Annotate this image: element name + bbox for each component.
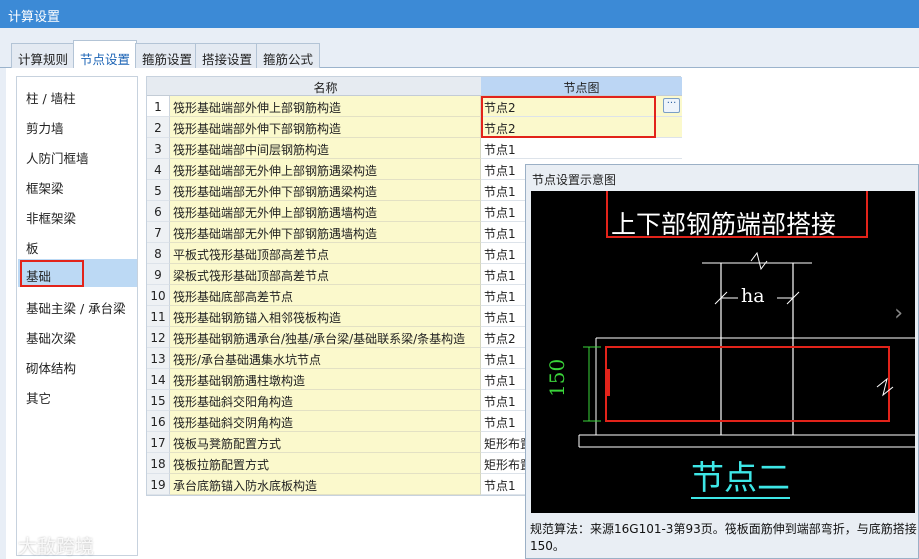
sidebar-item-frame-beam[interactable]: 框架梁: [18, 171, 137, 199]
dimension-ha: ha: [741, 285, 765, 307]
sidebar-item-column-wall[interactable]: 柱 / 墙柱: [18, 81, 137, 109]
row-number: 5: [147, 180, 170, 201]
category-sidebar: 柱 / 墙柱 剪力墙 人防门框墙 框架梁 非框架梁 板 基础 基础主梁 / 承台…: [16, 76, 138, 556]
row-number: 17: [147, 432, 170, 453]
row-number: 12: [147, 327, 170, 348]
row-node-value[interactable]: 节点1: [481, 138, 682, 159]
table-row[interactable]: 3 筏形基础端部中间层钢筋构造 节点1: [147, 138, 682, 159]
row-name: 筏形基础斜交阳角构造: [170, 390, 481, 411]
row-name: 筏形基础钢筋锚入相邻筏板构造: [170, 306, 481, 327]
row-name: 筏形基础端部无外伸下部钢筋遇梁构造: [170, 180, 481, 201]
grid-header-node: 节点图: [481, 77, 682, 96]
node-preview-panel: 节点设置示意图 上下部钢筋端部搭接 ha 150 节点二 › 规范算法：来源16…: [525, 164, 919, 559]
highlight-box-node-cells: [481, 96, 656, 138]
sidebar-item-other[interactable]: 其它: [18, 381, 137, 409]
chevron-right-icon[interactable]: ›: [894, 301, 903, 326]
row-number: 4: [147, 159, 170, 180]
preview-title: 节点设置示意图: [532, 173, 617, 187]
highlight-box-foundation: [20, 260, 84, 287]
grid-header-name: 名称: [170, 77, 481, 96]
window-titlebar: 计算设置: [0, 0, 919, 28]
node-diagram-canvas: 上下部钢筋端部搭接 ha 150 节点二 ›: [531, 191, 915, 513]
tab-calc-rules[interactable]: 计算规则: [11, 43, 76, 68]
row-number: 18: [147, 453, 170, 474]
row-number: 2: [147, 117, 170, 138]
row-name: 筏形基础端部无外伸下部钢筋遇墙构造: [170, 222, 481, 243]
window-title: 计算设置: [8, 10, 61, 25]
row-name: 平板式筏形基础顶部高差节点: [170, 243, 481, 264]
row-name: 筏形基础端部无外伸上部钢筋遇墙构造: [170, 201, 481, 222]
row-name: 筏板拉筋配置方式: [170, 453, 481, 474]
row-number: 8: [147, 243, 170, 264]
row-number: 19: [147, 474, 170, 495]
row-name: 筏形基础钢筋遇柱墩构造: [170, 369, 481, 390]
tab-node-settings[interactable]: 节点设置: [73, 40, 138, 69]
tab-stirrup-formula[interactable]: 箍筋公式: [256, 43, 321, 68]
sidebar-item-foundation-main-beam[interactable]: 基础主梁 / 承台梁: [18, 291, 137, 319]
row-number: 9: [147, 264, 170, 285]
ellipsis-button[interactable]: ···: [663, 98, 680, 113]
row-name: 筏形基础钢筋遇承台/独基/承台梁/基础联系梁/条基构造: [170, 327, 481, 348]
row-number: 11: [147, 306, 170, 327]
sidebar-item-masonry[interactable]: 砌体结构: [18, 351, 137, 379]
row-number: 15: [147, 390, 170, 411]
row-name: 筏形基础端部中间层钢筋构造: [170, 138, 481, 159]
row-name: 筏形基础底部高差节点: [170, 285, 481, 306]
sidebar-item-civil-defense-frame[interactable]: 人防门框墙: [18, 141, 137, 169]
dimension-150: 150: [545, 358, 569, 397]
sidebar-item-foundation-secondary-beam[interactable]: 基础次梁: [18, 321, 137, 349]
sidebar-item-non-frame-beam[interactable]: 非框架梁: [18, 201, 137, 229]
sidebar-item-slab[interactable]: 板: [18, 231, 137, 259]
row-number: 3: [147, 138, 170, 159]
row-number: 16: [147, 411, 170, 432]
row-name: 筏形基础斜交阴角构造: [170, 411, 481, 432]
row-name: 筏形/承台基础遇集水坑节点: [170, 348, 481, 369]
row-number: 14: [147, 369, 170, 390]
tab-strip: 计算规则 节点设置 箍筋设置 搭接设置 箍筋公式: [0, 40, 919, 69]
row-number: 10: [147, 285, 170, 306]
diagram-heading: 上下部钢筋端部搭接: [611, 210, 837, 239]
grid-header-num: [147, 77, 170, 96]
row-number: 7: [147, 222, 170, 243]
row-name: 筏形基础端部无外伸上部钢筋遇梁构造: [170, 159, 481, 180]
tab-lap-settings[interactable]: 搭接设置: [195, 43, 260, 68]
watermark: 大敌跨境: [18, 536, 95, 558]
row-name: 筏形基础端部外伸上部钢筋构造: [170, 96, 481, 117]
row-name: 承台底筋锚入防水底板构造: [170, 474, 481, 495]
row-number: 1: [147, 96, 170, 117]
sidebar-item-shear-wall[interactable]: 剪力墙: [18, 111, 137, 139]
row-number: 13: [147, 348, 170, 369]
row-name: 梁板式筏形基础顶部高差节点: [170, 264, 481, 285]
diagram-caption: 节点二: [691, 458, 790, 499]
row-number: 6: [147, 201, 170, 222]
row-name: 筏形基础端部外伸下部钢筋构造: [170, 117, 481, 138]
tab-stirrup-settings[interactable]: 箍筋设置: [135, 43, 200, 68]
row-name: 筏板马凳筋配置方式: [170, 432, 481, 453]
rule-note: 规范算法：来源16G101-3第93页。筏板面筋伸到端部弯折，与底筋搭接150。: [530, 522, 917, 553]
